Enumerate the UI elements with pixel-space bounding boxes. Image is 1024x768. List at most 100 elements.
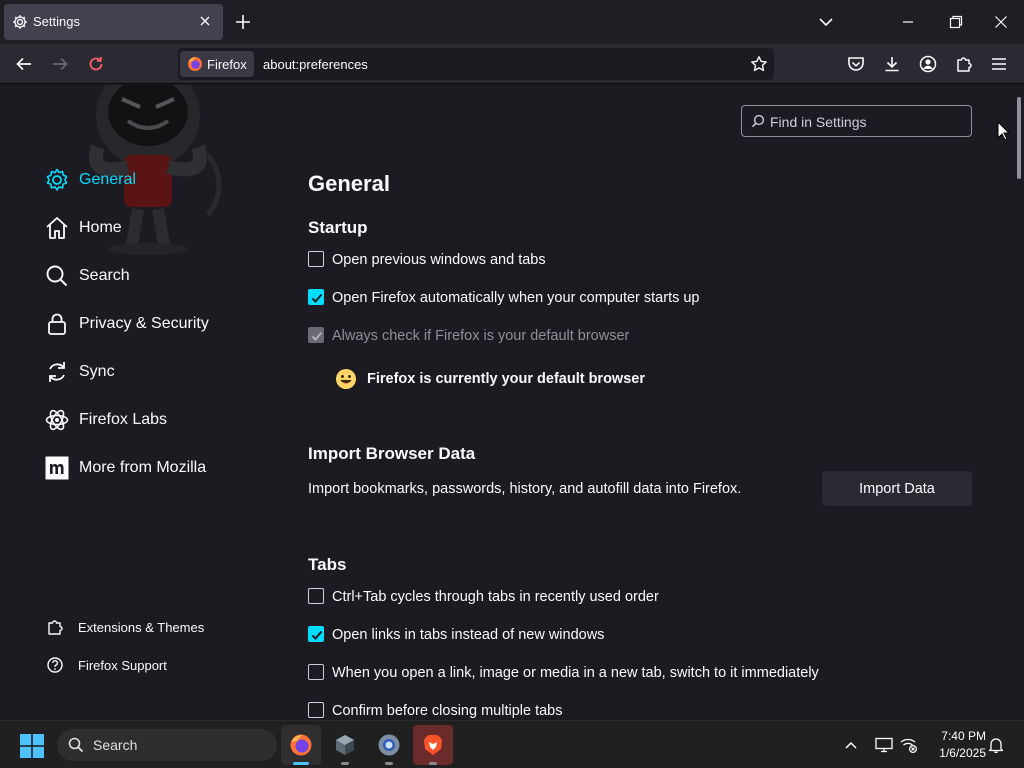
option-confirm-closing-tabs[interactable]: Confirm before closing multiple tabs: [308, 700, 948, 719]
taskbar-app-cube[interactable]: [325, 725, 365, 765]
mozilla-icon: [44, 455, 70, 481]
default-browser-text: Firefox is currently your default browse…: [367, 371, 645, 387]
category-label: Search: [79, 267, 130, 284]
category-sync[interactable]: Sync: [44, 357, 274, 389]
option-label: Open Firefox automatically when your com…: [332, 290, 700, 306]
notification-bell-icon[interactable]: [988, 737, 1004, 753]
navigation-toolbar: Firefox about:preferences: [0, 44, 1024, 84]
search-icon: [44, 263, 70, 289]
firefox-logo-icon: [187, 56, 203, 72]
restore-icon[interactable]: [949, 15, 963, 29]
search-icon: [751, 114, 765, 128]
footer-label: Extensions & Themes: [78, 620, 205, 635]
option-open-previous-windows[interactable]: Open previous windows and tabs: [308, 249, 948, 271]
category-label: Firefox Labs: [79, 411, 168, 428]
home-icon: [44, 215, 70, 241]
import-description: Import bookmarks, passwords, history, an…: [308, 481, 742, 497]
option-label: Open previous windows and tabs: [332, 252, 546, 268]
startup-heading: Startup: [308, 218, 368, 237]
running-indicator: [293, 762, 309, 765]
checkbox[interactable]: [308, 702, 324, 718]
option-ctrl-tab-cycles[interactable]: Ctrl+Tab cycles through tabs in recently…: [308, 586, 948, 608]
chevron-down-icon[interactable]: [818, 15, 834, 29]
labs-icon: [44, 407, 70, 433]
link-extensions-themes[interactable]: Extensions & Themes: [44, 616, 244, 640]
import-data-button[interactable]: Import Data: [822, 471, 972, 506]
checkbox[interactable]: [308, 588, 324, 604]
category-label: More from Mozilla: [79, 459, 207, 476]
clock-date[interactable]: 1/6/2025: [924, 746, 986, 760]
category-home[interactable]: Home: [44, 213, 274, 245]
checkbox[interactable]: [308, 251, 324, 267]
identity-box[interactable]: Firefox: [180, 51, 254, 77]
close-tab-icon[interactable]: [199, 15, 211, 27]
running-indicator: [341, 762, 349, 765]
checkbox-checked[interactable]: [308, 626, 324, 642]
category-search[interactable]: Search: [44, 261, 274, 293]
footer-label: Firefox Support: [78, 658, 167, 673]
gear-icon: [12, 14, 28, 30]
option-open-automatically[interactable]: Open Firefox automatically when your com…: [308, 287, 948, 309]
close-window-icon[interactable]: [994, 15, 1008, 29]
puzzle-icon[interactable]: [955, 55, 973, 73]
page-title: General: [308, 171, 390, 196]
clock-time[interactable]: 7:40 PM: [930, 729, 986, 743]
option-open-links-in-tabs[interactable]: Open links in tabs instead of new window…: [308, 624, 948, 646]
smiley-face-icon: [335, 368, 357, 390]
chevron-up-icon[interactable]: [844, 740, 858, 750]
import-heading: Import Browser Data: [308, 444, 476, 463]
category-label: Sync: [79, 363, 115, 380]
find-in-settings-search[interactable]: Find in Settings: [741, 105, 972, 137]
search-placeholder: Find in Settings: [770, 114, 867, 130]
tab-strip: Settings: [0, 0, 1024, 44]
category-firefox-labs[interactable]: Firefox Labs: [44, 405, 274, 437]
reload-icon[interactable]: [87, 55, 105, 73]
option-switch-to-new-tab[interactable]: When you open a link, image or media in …: [308, 662, 948, 684]
new-tab-icon[interactable]: [234, 13, 252, 31]
puzzle-icon: [46, 618, 64, 636]
checkbox[interactable]: [308, 664, 324, 680]
lock-icon: [44, 311, 70, 337]
hamburger-menu-icon[interactable]: [991, 57, 1007, 71]
taskbar-firefox[interactable]: [281, 725, 321, 765]
pocket-icon[interactable]: [847, 56, 865, 72]
taskbar-settings-app[interactable]: [369, 725, 409, 765]
taskbar-brave[interactable]: [413, 725, 453, 765]
url-text[interactable]: about:preferences: [263, 57, 368, 72]
gear-icon: [44, 167, 70, 193]
identity-label: Firefox: [207, 57, 247, 72]
taskbar-search[interactable]: Search: [57, 729, 277, 761]
category-more-from-mozilla[interactable]: More from Mozilla: [44, 453, 274, 485]
account-icon[interactable]: [919, 55, 937, 73]
tab-title: Settings: [33, 14, 80, 29]
checkbox-checked[interactable]: [308, 289, 324, 305]
default-browser-status: Firefox is currently your default browse…: [335, 368, 735, 392]
option-label: Confirm before closing multiple tabs: [332, 703, 563, 719]
download-icon[interactable]: [883, 55, 901, 73]
tab-settings[interactable]: Settings: [4, 4, 223, 40]
help-icon: [46, 656, 64, 674]
category-privacy-security[interactable]: Privacy & Security: [44, 309, 274, 341]
display-icon[interactable]: [875, 737, 893, 753]
search-icon: [68, 737, 84, 753]
url-bar[interactable]: Firefox about:preferences: [178, 48, 774, 80]
scrollbar-thumb[interactable]: [1017, 97, 1021, 179]
running-indicator: [385, 762, 393, 765]
network-disconnected-icon[interactable]: [900, 737, 918, 753]
forward-arrow-icon[interactable]: [51, 56, 69, 72]
minimize-icon[interactable]: [902, 20, 914, 24]
windows-start-icon[interactable]: [20, 734, 44, 758]
brave-icon: [421, 733, 445, 757]
option-label: Ctrl+Tab cycles through tabs in recently…: [332, 589, 659, 605]
preferences-page: Find in Settings General Home Search Pri…: [0, 85, 1024, 719]
option-label: Always check if Firefox is your default …: [332, 328, 630, 344]
back-arrow-icon[interactable]: [15, 56, 33, 72]
star-icon[interactable]: [750, 55, 768, 73]
category-label: General: [79, 171, 136, 188]
windows-taskbar: Search 7:40 PM 1/6/2025: [0, 720, 1024, 768]
category-general[interactable]: General: [44, 165, 274, 197]
category-label: Home: [79, 219, 122, 236]
taskbar-search-label: Search: [93, 737, 138, 753]
tabs-heading: Tabs: [308, 555, 347, 574]
link-firefox-support[interactable]: Firefox Support: [44, 654, 244, 678]
